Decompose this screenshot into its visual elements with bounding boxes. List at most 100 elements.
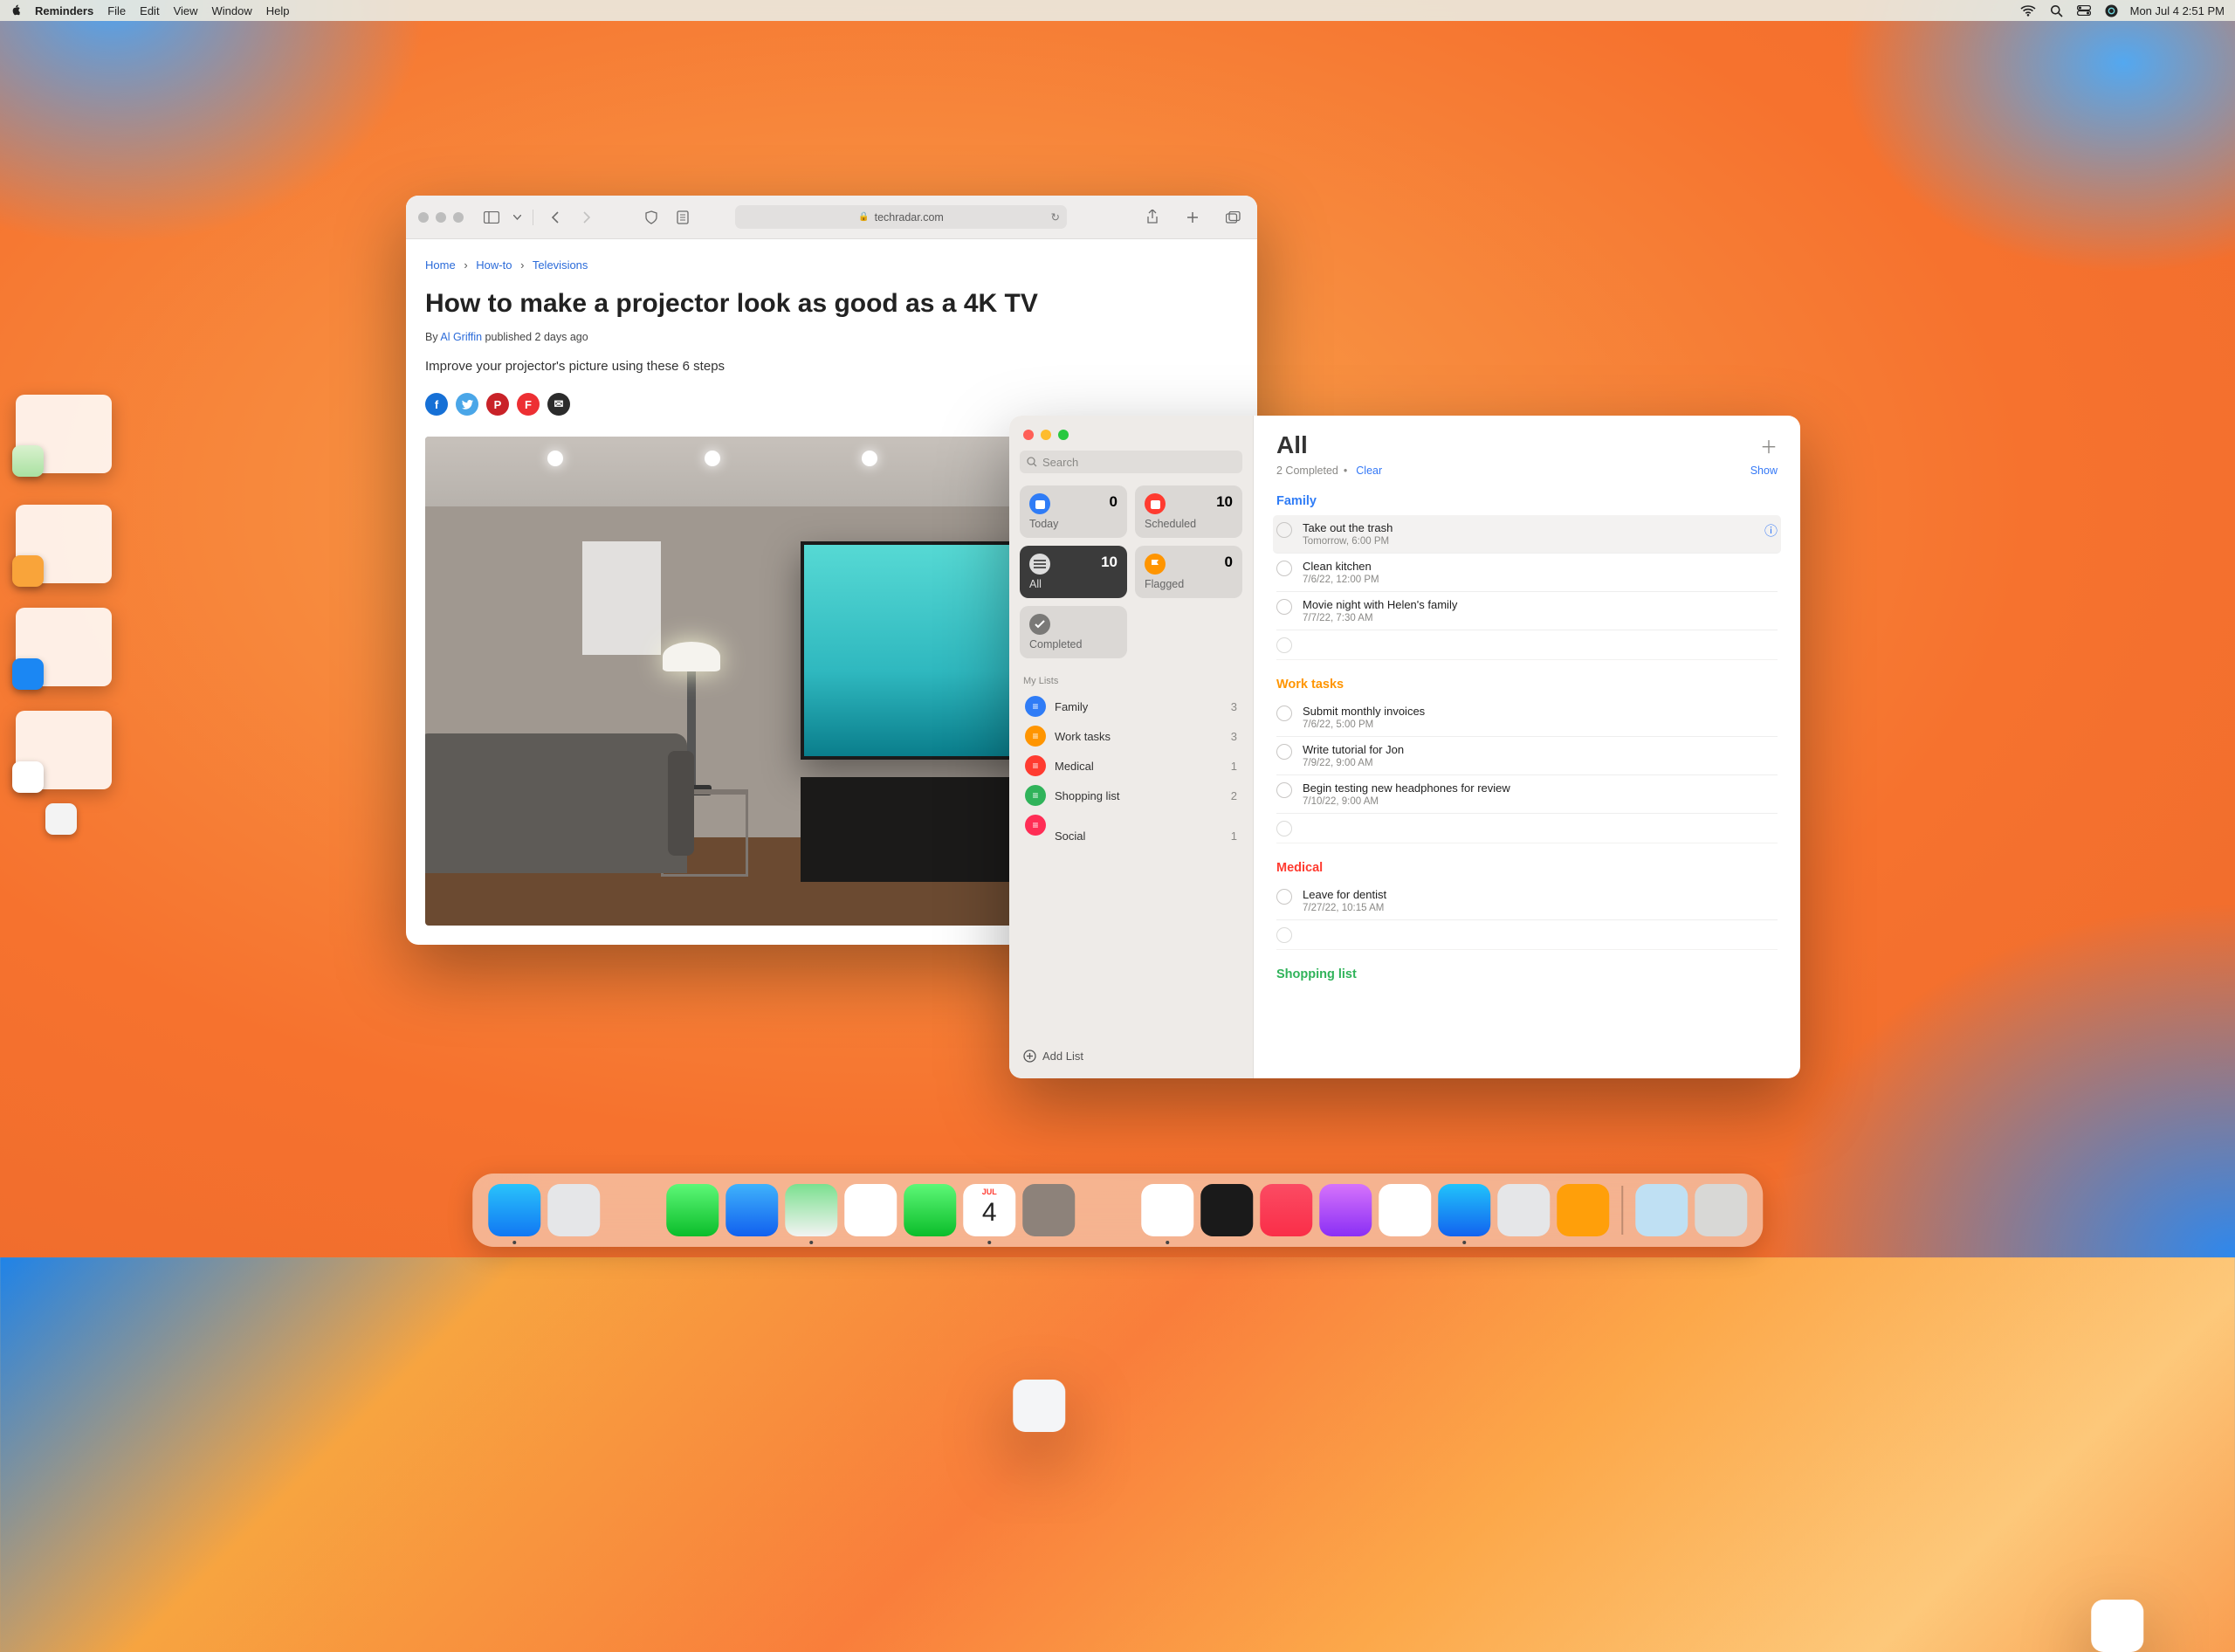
share-button[interactable] <box>1140 207 1165 228</box>
zoom-window-button[interactable] <box>453 212 464 223</box>
share-pinterest-icon[interactable]: P <box>486 393 509 416</box>
stage-thumb-appstore-safari[interactable] <box>16 608 112 686</box>
minimize-window-button[interactable] <box>436 212 446 223</box>
list-social[interactable]: ≡Social1 <box>1020 810 1242 861</box>
my-lists-header: My Lists <box>1023 676 1239 686</box>
new-reminder-placeholder[interactable] <box>1276 920 1778 950</box>
back-button[interactable] <box>543 207 567 228</box>
share-flipboard-icon[interactable]: F <box>517 393 540 416</box>
info-icon[interactable]: ⓘ <box>1764 521 1778 540</box>
new-tab-button[interactable] <box>1180 207 1205 228</box>
new-reminder-placeholder[interactable] <box>1276 814 1778 843</box>
tab-overview-button[interactable] <box>1221 207 1245 228</box>
dock-downloads[interactable] <box>1635 1184 1688 1236</box>
reminder-item[interactable]: Take out the trashTomorrow, 6:00 PMⓘ <box>1273 515 1781 554</box>
forward-button[interactable] <box>574 207 599 228</box>
reminder-item[interactable]: Movie night with Helen's family7/7/22, 7… <box>1276 592 1778 630</box>
spotlight-icon[interactable] <box>2050 4 2063 17</box>
menubar-datetime[interactable]: Mon Jul 4 2:51 PM <box>2130 4 2225 17</box>
apple-menu[interactable] <box>10 4 23 17</box>
privacy-report-button[interactable] <box>639 207 664 228</box>
control-center-icon[interactable] <box>2077 5 2091 16</box>
sidebar-toggle-button[interactable] <box>479 207 504 228</box>
section-header-medical: Medical <box>1276 861 1778 875</box>
dock-safari[interactable] <box>1013 1380 1065 1432</box>
smart-list-completed[interactable]: Completed <box>1020 606 1127 658</box>
dock-trash[interactable] <box>1695 1184 1747 1236</box>
add-reminder-button[interactable]: ＋ <box>1760 433 1778 458</box>
dock-facetime[interactable] <box>904 1184 956 1236</box>
dock-notes[interactable] <box>1141 1184 1193 1236</box>
complete-toggle[interactable] <box>1276 782 1292 798</box>
complete-toggle[interactable] <box>1276 599 1292 615</box>
menu-view[interactable]: View <box>174 4 198 17</box>
dock-launchpad[interactable] <box>547 1184 600 1236</box>
search-input[interactable]: Search <box>1020 451 1242 473</box>
reminder-item[interactable]: Submit monthly invoices7/6/22, 5:00 PM <box>1276 699 1778 737</box>
breadcrumb-televisions[interactable]: Televisions <box>533 258 588 272</box>
dock-pages[interactable] <box>1557 1184 1609 1236</box>
sidebar-dropdown-icon[interactable] <box>511 207 523 228</box>
dock-news[interactable] <box>1379 1184 1431 1236</box>
menu-help[interactable]: Help <box>266 4 290 17</box>
reminder-item[interactable]: Begin testing new headphones for review7… <box>1276 775 1778 814</box>
list-family[interactable]: ≡Family3 <box>1020 692 1242 721</box>
add-list-button[interactable]: Add List <box>1020 1044 1242 1068</box>
safari-traffic-lights <box>418 212 464 223</box>
zoom-window-button[interactable] <box>1058 430 1069 440</box>
safari-address-bar[interactable]: 🔒 techradar.com ↻ <box>735 205 1067 229</box>
minimize-window-button[interactable] <box>1041 430 1051 440</box>
dock-reminders[interactable] <box>2091 1600 2143 1652</box>
menu-edit[interactable]: Edit <box>140 4 159 17</box>
dock-finder[interactable] <box>488 1184 540 1236</box>
list-medical[interactable]: ≡Medical1 <box>1020 751 1242 781</box>
menu-window[interactable]: Window <box>212 4 252 17</box>
dock-calendar[interactable] <box>963 1184 1015 1236</box>
smart-list-scheduled[interactable]: 10 Scheduled <box>1135 485 1242 538</box>
complete-toggle[interactable] <box>1276 561 1292 576</box>
menubar-app-name[interactable]: Reminders <box>35 4 93 17</box>
reload-icon[interactable]: ↻ <box>1051 210 1060 224</box>
clear-completed-button[interactable]: Clear <box>1356 465 1382 477</box>
list-shopping[interactable]: ≡Shopping list2 <box>1020 781 1242 810</box>
complete-toggle[interactable] <box>1276 889 1292 905</box>
close-window-button[interactable] <box>418 212 429 223</box>
smart-list-today[interactable]: 0 Today <box>1020 485 1127 538</box>
share-twitter-icon[interactable] <box>456 393 478 416</box>
complete-toggle[interactable] <box>1276 522 1292 538</box>
reminder-item[interactable]: Clean kitchen7/6/22, 12:00 PM <box>1276 554 1778 592</box>
wifi-icon[interactable] <box>2020 5 2036 17</box>
dock-podcasts[interactable] <box>1319 1184 1372 1236</box>
reminder-item[interactable]: Leave for dentist7/27/22, 10:15 AM <box>1276 882 1778 920</box>
breadcrumb-howto[interactable]: How-to <box>476 258 512 272</box>
new-reminder-placeholder[interactable] <box>1276 630 1778 660</box>
list-bullet-icon: ≡ <box>1025 696 1046 717</box>
complete-toggle[interactable] <box>1276 706 1292 721</box>
reader-button[interactable] <box>670 207 695 228</box>
breadcrumb-home[interactable]: Home <box>425 258 456 272</box>
share-email-icon[interactable]: ✉ <box>547 393 570 416</box>
dock-maps[interactable] <box>785 1184 837 1236</box>
reminder-item[interactable]: Write tutorial for Jon7/9/22, 9:00 AM <box>1276 737 1778 775</box>
dock-contacts[interactable] <box>1022 1184 1075 1236</box>
dock-photos[interactable] <box>844 1184 897 1236</box>
stage-thumb-maps[interactable] <box>16 395 112 473</box>
dock-music[interactable] <box>1260 1184 1312 1236</box>
dock-tv[interactable] <box>1200 1184 1253 1236</box>
smart-list-all[interactable]: 10 All <box>1020 546 1127 598</box>
menu-file[interactable]: File <box>107 4 126 17</box>
author-link[interactable]: Al Griffin <box>440 331 482 343</box>
smart-list-flagged[interactable]: 0 Flagged <box>1135 546 1242 598</box>
complete-toggle[interactable] <box>1276 744 1292 760</box>
show-completed-button[interactable]: Show <box>1750 465 1778 477</box>
list-work[interactable]: ≡Work tasks3 <box>1020 721 1242 751</box>
stage-thumb-notes[interactable] <box>16 505 112 583</box>
close-window-button[interactable] <box>1023 430 1034 440</box>
dock-mail[interactable] <box>726 1184 778 1236</box>
stage-thumb-calendar[interactable] <box>16 711 112 789</box>
dock-settings[interactable] <box>1497 1184 1550 1236</box>
dock-messages[interactable] <box>666 1184 719 1236</box>
siri-icon[interactable] <box>2105 4 2118 17</box>
share-facebook-icon[interactable]: f <box>425 393 448 416</box>
dock-appstore[interactable] <box>1438 1184 1490 1236</box>
